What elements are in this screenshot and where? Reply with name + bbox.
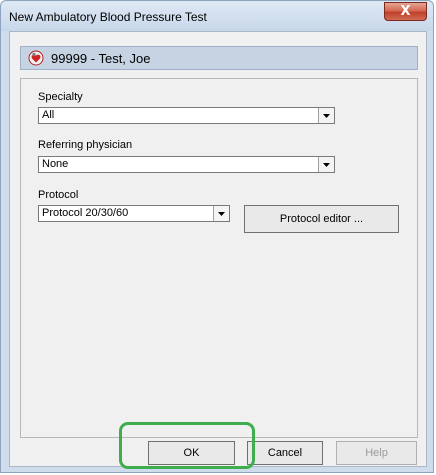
chevron-down-icon [323, 162, 330, 167]
specialty-value: All [42, 109, 55, 121]
referring-physician-dropdown-button[interactable] [318, 157, 334, 172]
dialog-client-area: 99999 - Test, Joe Specialty All Referrin… [9, 31, 427, 467]
protocol-select[interactable]: Protocol 20/30/60 [38, 205, 230, 222]
chevron-down-icon [218, 211, 225, 216]
help-button[interactable]: Help [336, 441, 417, 465]
specialty-dropdown-button[interactable] [318, 108, 334, 123]
specialty-select[interactable]: All [38, 107, 335, 124]
protocol-editor-label: Protocol editor ... [279, 213, 364, 225]
cancel-button[interactable]: Cancel [247, 441, 323, 465]
protocol-dropdown-button[interactable] [213, 206, 229, 221]
form-panel: Specialty All Referring physician None P… [20, 78, 418, 438]
referring-physician-select[interactable]: None [38, 156, 335, 173]
protocol-editor-button[interactable]: Protocol editor ... [244, 205, 399, 233]
chevron-down-icon [323, 113, 330, 118]
close-button[interactable]: X [384, 2, 427, 21]
help-label: Help [365, 447, 388, 459]
close-icon: X [400, 4, 411, 19]
patient-heart-icon [28, 50, 44, 66]
dialog-window: New Ambulatory Blood Pressure Test X 999… [0, 0, 434, 473]
referring-physician-value: None [42, 158, 69, 170]
patient-name: 99999 - Test, Joe [51, 51, 151, 66]
protocol-label: Protocol [38, 189, 79, 201]
patient-header: 99999 - Test, Joe [20, 46, 418, 70]
specialty-label: Specialty [38, 91, 83, 103]
cancel-label: Cancel [267, 447, 303, 459]
protocol-value: Protocol 20/30/60 [42, 207, 129, 219]
title-bar[interactable]: New Ambulatory Blood Pressure Test X [1, 1, 433, 31]
ok-highlight-callout [119, 422, 255, 469]
referring-physician-label: Referring physician [38, 139, 133, 151]
window-title: New Ambulatory Blood Pressure Test [9, 10, 207, 24]
